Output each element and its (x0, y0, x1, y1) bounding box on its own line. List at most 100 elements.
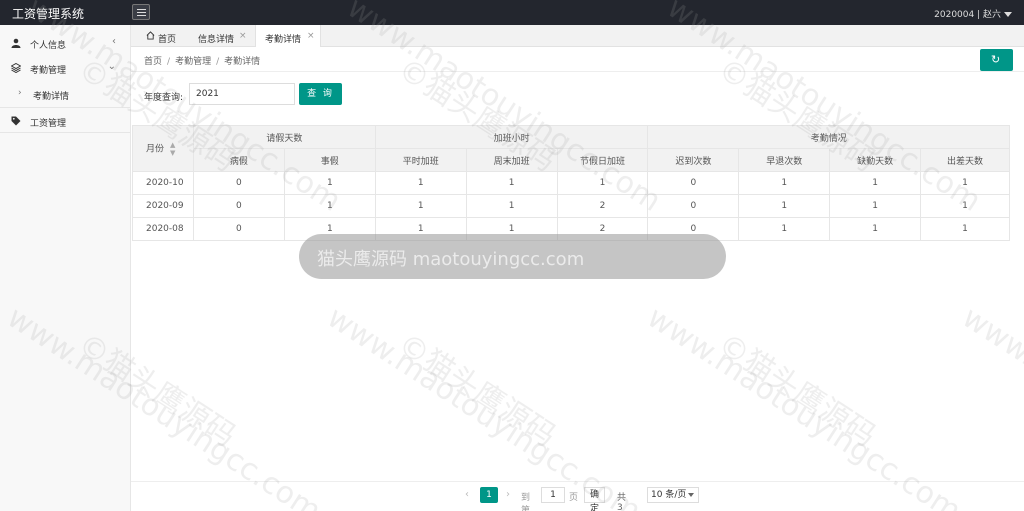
sidebar-item-personal-info[interactable]: 个人信息 ‹ (0, 31, 131, 55)
year-search-label: 年度查询: (144, 93, 184, 103)
table-cell: 1 (465, 171, 558, 195)
table-cell: 1 (738, 171, 831, 195)
goto-label: 到第 (521, 493, 531, 511)
table-cell: 1 (920, 194, 1010, 218)
tab-label: 信息详情 (198, 35, 235, 45)
sidebar: 个人信息 ‹ 考勤管理 ⌄ › 考勤详情 工资管理 (0, 25, 131, 511)
layers-icon (11, 63, 21, 73)
page-size-value: 10 条/页 (651, 490, 687, 500)
user-name: 2020004 | 赵六 (934, 10, 1001, 20)
column-header: 迟到次数 (647, 148, 740, 172)
table-cell: 1 (829, 217, 922, 241)
hamburger-line (137, 12, 146, 13)
table-cell: 0 (192, 217, 285, 241)
breadcrumb-item: 考勤详情 (224, 57, 261, 67)
table-cell: 1 (920, 217, 1010, 241)
user-icon (11, 38, 21, 48)
user-menu[interactable]: 2020004 | 赵六 (934, 7, 1012, 20)
sidebar-subitem-attendance-detail[interactable]: › 考勤详情 (0, 83, 131, 105)
page-unit-label: 页 (569, 493, 579, 503)
cell-month: 2020-08 (132, 217, 194, 241)
table-cell: 0 (647, 171, 740, 195)
top-header: 工资管理系统 2020004 | 赵六 (0, 0, 1024, 25)
chevron-left-icon: ‹ (112, 36, 116, 47)
table-cell: 1 (283, 194, 376, 218)
pagination-bar: ‹ 1 › 到第 页 确定 共 3 条 10 条/页 (131, 481, 1024, 511)
hamburger-line (137, 9, 146, 10)
breadcrumb-separator: / (216, 57, 220, 67)
table-cell: 1 (374, 194, 467, 218)
close-icon[interactable]: × (307, 31, 315, 41)
sidebar-divider (0, 107, 131, 108)
table-cell: 0 (647, 194, 740, 218)
refresh-icon: ↻ (991, 53, 1001, 66)
hamburger-line (137, 15, 146, 16)
chevron-right-icon: › (18, 88, 22, 98)
breadcrumb: 首页 / 考勤管理 / 考勤详情 (144, 54, 260, 67)
home-icon (146, 31, 155, 40)
caret-down-icon (688, 493, 694, 497)
menu-toggle-button[interactable] (132, 4, 150, 20)
column-header: 事假 (283, 148, 376, 172)
column-header-month[interactable]: 月份 ▲ ▼ (132, 125, 194, 172)
sort-icon[interactable]: ▲ ▼ (170, 141, 175, 157)
chevron-down-icon: ⌄ (107, 61, 116, 72)
goto-page-input[interactable] (541, 487, 565, 503)
close-icon[interactable]: × (239, 31, 247, 41)
table-cell: 1 (829, 194, 922, 218)
caret-down-icon (1004, 12, 1012, 17)
tab-bar: 首页 信息详情 × 考勤详情 × (131, 25, 1024, 47)
column-header: 平时加班 (374, 148, 467, 172)
table-cell: 1 (556, 171, 649, 195)
breadcrumb-item[interactable]: 考勤管理 (175, 57, 211, 67)
prev-page-button[interactable]: ‹ (465, 489, 469, 500)
next-page-button[interactable]: › (506, 489, 510, 500)
column-header: 周末加班 (465, 148, 558, 172)
total-count: 共 3 条 (617, 493, 627, 511)
table-row: 2020-09 0 1 1 1 2 0 1 1 1 (132, 194, 1010, 218)
table-cell: 0 (192, 194, 285, 218)
attendance-table: 月份 ▲ ▼ 请假天数 加班小时 考勤情况 病假 事假 平时加班 周末加班 节假日加… (132, 125, 1010, 241)
page-size-select[interactable]: 10 条/页 (647, 487, 699, 503)
refresh-button[interactable]: ↻ (980, 49, 1013, 71)
sidebar-item-label: 工资管理 (30, 119, 67, 129)
cell-month: 2020-10 (132, 171, 194, 195)
column-header: 病假 (192, 148, 285, 172)
content-divider (131, 71, 1024, 72)
table-cell: 1 (283, 171, 376, 195)
table-cell: 1 (465, 194, 558, 218)
sidebar-divider (0, 132, 131, 133)
column-header-label: 月份 (146, 144, 165, 154)
column-header: 节假日加班 (556, 148, 649, 172)
table-cell: 1 (738, 194, 831, 218)
column-header: 早退次数 (738, 148, 831, 172)
table-cell: 2 (556, 194, 649, 218)
sidebar-item-attendance[interactable]: 考勤管理 ⌄ (0, 56, 131, 80)
sidebar-item-salary[interactable]: 工资管理 (0, 109, 131, 133)
sidebar-item-label: 考勤详情 (33, 92, 70, 102)
table-row: 2020-10 0 1 1 1 1 0 1 1 1 (132, 171, 1010, 195)
table-cell: 1 (829, 171, 922, 195)
tab-label: 首页 (158, 35, 177, 45)
table-cell: 1 (738, 217, 831, 241)
table-cell: 1 (920, 171, 1010, 195)
goto-confirm-button[interactable]: 确定 (584, 487, 606, 511)
year-search-input[interactable] (189, 83, 295, 105)
breadcrumb-item[interactable]: 首页 (144, 57, 162, 67)
column-header: 缺勤天数 (829, 148, 922, 172)
tab-info-detail[interactable]: 信息详情 × (183, 25, 255, 47)
column-header: 出差天数 (920, 148, 1010, 172)
app-title: 工资管理系统 (12, 7, 85, 21)
group-header-attendance: 考勤情况 (647, 125, 1010, 149)
breadcrumb-separator: / (167, 57, 171, 67)
tag-icon (11, 116, 21, 126)
tab-attendance-detail[interactable]: 考勤详情 × (255, 25, 321, 47)
sidebar-item-label: 考勤管理 (30, 66, 67, 76)
cell-month: 2020-09 (132, 194, 194, 218)
tab-home[interactable]: 首页 (131, 25, 183, 47)
table-cell: 1 (374, 171, 467, 195)
page-button-current[interactable]: 1 (480, 487, 498, 503)
sidebar-item-label: 个人信息 (30, 41, 67, 51)
search-button[interactable]: 查 询 (299, 83, 342, 105)
group-header-leave: 请假天数 (192, 125, 376, 149)
